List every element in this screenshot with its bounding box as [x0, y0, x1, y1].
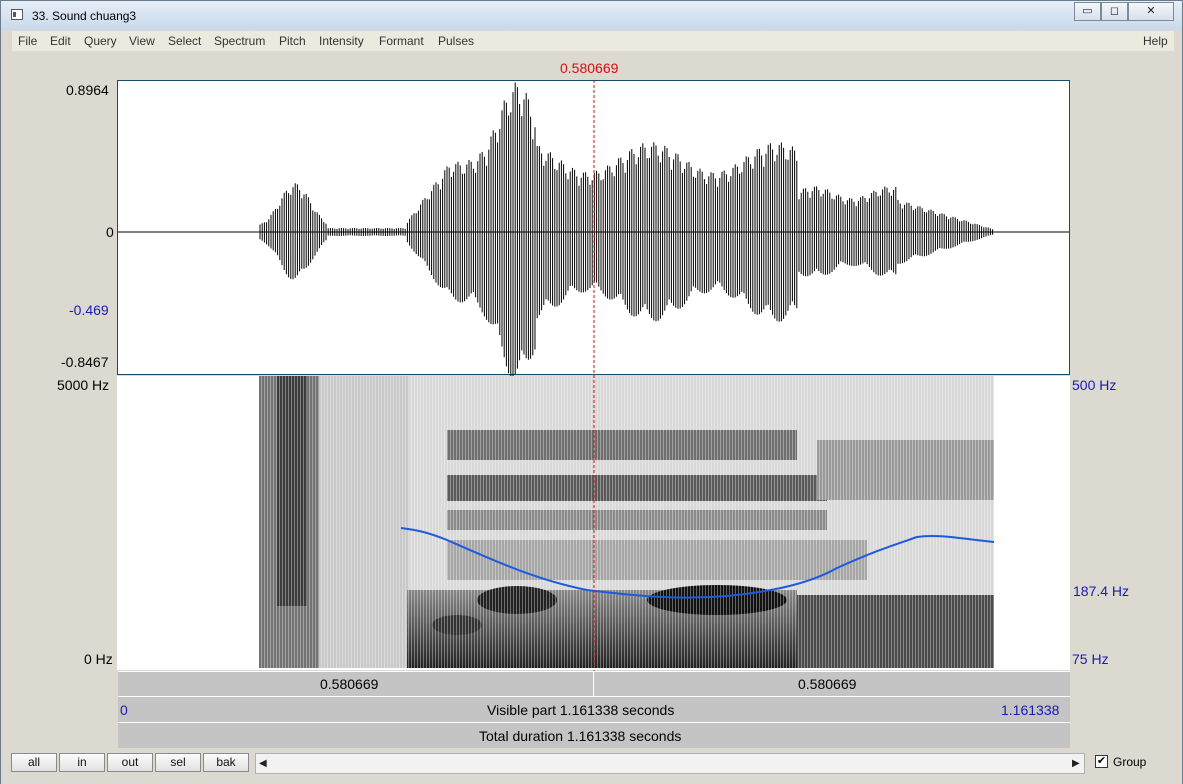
- spectrogram-fmin-label: 0 Hz: [84, 651, 113, 667]
- menu-pitch[interactable]: Pitch: [279, 34, 306, 48]
- praat-sound-window: 33. Sound chuang3 ▭ ◻ ✕ File Edit Query …: [0, 0, 1183, 784]
- menu-file[interactable]: File: [18, 34, 37, 48]
- editor-area: 0.580669 0.8964 0 -0.469 -0.8467 5000 Hz…: [12, 51, 1174, 751]
- total-duration-bar[interactable]: Total duration 1.161338 seconds: [118, 722, 1070, 748]
- menu-help[interactable]: Help: [1143, 34, 1168, 48]
- left-part-duration: 0.580669: [320, 676, 379, 692]
- menu-spectrum[interactable]: Spectrum: [214, 34, 265, 48]
- pitch-max-label: 500 Hz: [1072, 377, 1117, 393]
- zoom-selection-button[interactable]: sel: [155, 753, 201, 772]
- parts-divider: [593, 672, 594, 696]
- visible-part-label: Visible part 1.161338 seconds: [487, 702, 675, 718]
- pitch-min-label: 75 Hz: [1072, 651, 1109, 667]
- zoom-all-button[interactable]: all: [11, 753, 57, 772]
- right-part-duration: 0.580669: [798, 676, 857, 692]
- menu-pulses[interactable]: Pulses: [438, 34, 474, 48]
- menu-view[interactable]: View: [129, 34, 155, 48]
- menu-bar: File Edit Query View Select Spectrum Pit…: [12, 31, 1174, 51]
- visible-start-time: 0: [120, 702, 128, 718]
- menu-intensity[interactable]: Intensity: [319, 34, 364, 48]
- window-icon: [11, 9, 23, 20]
- visible-part-bar[interactable]: 0 Visible part 1.161338 seconds 1.161338: [118, 696, 1070, 722]
- zoom-in-button[interactable]: in: [59, 753, 105, 772]
- zoom-out-button[interactable]: out: [107, 753, 153, 772]
- cursor-time-label: 0.580669: [560, 60, 619, 76]
- visible-end-time: 1.161338: [1001, 702, 1060, 718]
- menu-query[interactable]: Query: [84, 34, 117, 48]
- wave-zero-label: 0: [106, 224, 114, 240]
- menu-formant[interactable]: Formant: [379, 34, 424, 48]
- scroll-right-icon[interactable]: ▶: [1072, 758, 1080, 769]
- bottom-toolbar: all in out sel bak ◀ ▶ ✔ Group: [1, 751, 1182, 784]
- total-duration-label: Total duration 1.161338 seconds: [479, 728, 682, 744]
- group-checkbox[interactable]: ✔: [1095, 755, 1108, 768]
- menu-select[interactable]: Select: [168, 34, 201, 48]
- wave-ymax-label: 0.8964: [66, 82, 109, 98]
- wave-cursor-value-label: -0.469: [69, 302, 109, 318]
- wave-ymin-label: -0.8467: [61, 354, 109, 370]
- spectrogram-image: [259, 376, 994, 668]
- horizontal-scrollbar[interactable]: ◀ ▶: [255, 753, 1085, 774]
- signal-display[interactable]: [117, 80, 1071, 671]
- close-button[interactable]: ✕: [1128, 2, 1174, 21]
- maximize-button[interactable]: ◻: [1101, 2, 1128, 21]
- selection-parts-bar[interactable]: 0.580669 0.580669: [118, 671, 1070, 696]
- spectrogram-fmax-label: 5000 Hz: [57, 377, 110, 393]
- group-label: Group: [1113, 755, 1147, 769]
- pitch-value-label: 187.4 Hz: [1073, 583, 1130, 599]
- scroll-left-icon[interactable]: ◀: [259, 758, 267, 769]
- minimize-button[interactable]: ▭: [1074, 2, 1101, 21]
- menu-edit[interactable]: Edit: [50, 34, 71, 48]
- zoom-back-button[interactable]: bak: [203, 753, 249, 772]
- title-bar: 33. Sound chuang3 ▭ ◻ ✕: [1, 1, 1182, 30]
- window-title: 33. Sound chuang3: [32, 9, 137, 23]
